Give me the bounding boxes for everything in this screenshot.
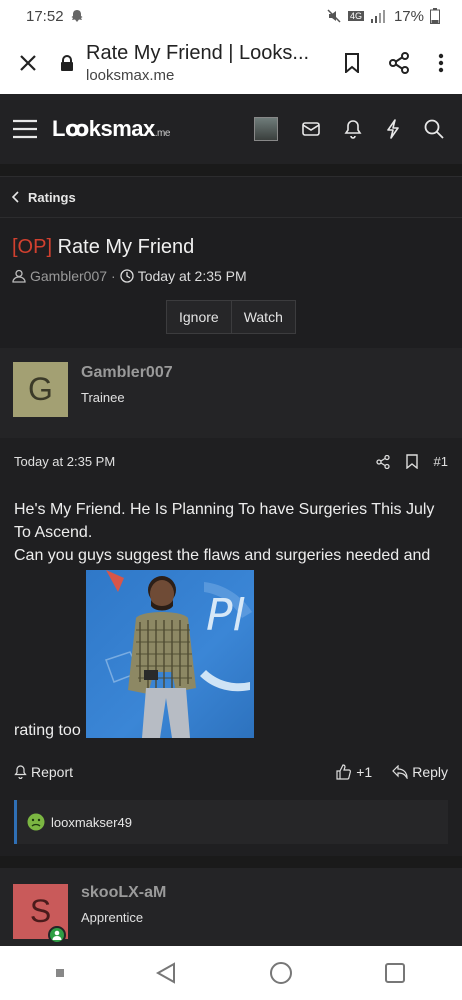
back-icon[interactable] <box>155 962 177 984</box>
network-label: 4G <box>347 11 364 21</box>
post-meta: Today at 2:35 PM #1 <box>14 454 448 469</box>
post-image[interactable]: Pl <box>86 570 254 738</box>
post-actions: Report +1 Reply <box>14 764 448 780</box>
thread-author[interactable]: Gambler007 <box>30 268 107 284</box>
like-count: +1 <box>356 764 373 780</box>
clock-icon <box>120 269 134 283</box>
online-status-icon <box>48 926 66 944</box>
close-icon <box>20 55 36 71</box>
logo-text: Lꝏksmax <box>52 116 155 141</box>
status-time: 17:52 <box>26 7 64 25</box>
more-options-icon[interactable] <box>438 53 444 73</box>
browser-toolbar: Rate My Friend | Looks... looksmax.me <box>0 32 462 94</box>
battery-icon <box>430 8 440 24</box>
post-user-block: G Gambler007 Trainee <box>0 348 462 438</box>
reply-label: Reply <box>412 764 448 780</box>
thread-header: [OP] Rate My Friend Gambler007 · Today a… <box>0 218 462 348</box>
share-icon[interactable] <box>375 454 390 469</box>
spacer <box>0 164 462 176</box>
bookmark-icon[interactable] <box>405 454 418 469</box>
address-bar[interactable]: Rate My Friend | Looks... looksmax.me <box>86 42 332 84</box>
overview-icon[interactable] <box>384 962 406 984</box>
inbox-icon[interactable] <box>302 122 320 136</box>
lightning-icon[interactable] <box>386 119 400 139</box>
search-icon[interactable] <box>424 119 444 139</box>
browser-domain: looksmax.me <box>86 67 175 84</box>
status-bar: 17:52 4G 17% <box>0 0 462 32</box>
svg-text:Pl: Pl <box>206 590 246 641</box>
logo-suffix: .me <box>154 128 171 139</box>
bell-icon <box>14 765 27 779</box>
post-text-line-1: He's My Friend. He Is Planning To have S… <box>14 501 435 541</box>
recents-dot-icon[interactable] <box>55 969 64 977</box>
reactions-bar[interactable]: looxmakser49 <box>14 800 448 844</box>
watch-button[interactable]: Watch <box>230 301 295 333</box>
thumbs-up-icon <box>336 764 352 780</box>
next-author-title: Apprentice <box>81 910 144 925</box>
report-button[interactable]: Report <box>14 764 73 780</box>
thread-actions: Ignore Watch <box>166 300 296 334</box>
user-icon <box>12 269 26 283</box>
close-tab-button[interactable] <box>0 54 56 72</box>
next-author-name[interactable]: skooLX-aM <box>81 884 166 902</box>
photo-person: Pl <box>105 570 252 738</box>
post-text-line-2: Can you guys suggest the flaws and surge… <box>14 547 431 564</box>
post: Today at 2:35 PM #1 He's My Friend. He I… <box>0 438 462 856</box>
mute-icon <box>327 9 341 23</box>
author-avatar[interactable]: G <box>13 362 68 417</box>
author-title: Trainee <box>81 390 125 405</box>
bookmark-icon[interactable] <box>344 53 360 73</box>
post-number[interactable]: #1 <box>434 454 448 469</box>
share-icon[interactable] <box>388 52 410 74</box>
bell-icon[interactable] <box>344 119 362 139</box>
post-text: He's My Friend. He Is Planning To have S… <box>14 498 452 567</box>
report-label: Report <box>31 764 74 780</box>
signal-icon <box>370 10 385 23</box>
author-name[interactable]: Gambler007 <box>81 364 173 382</box>
snapchat-icon <box>71 10 83 22</box>
meta-separator: · <box>111 268 116 284</box>
battery-percent: 17% <box>393 7 424 25</box>
thread-title-text: Rate My Friend <box>57 236 195 258</box>
breadcrumb[interactable]: Ratings <box>0 176 462 218</box>
thread-title: [OP] Rate My Friend <box>12 236 450 259</box>
post-divider <box>0 856 462 868</box>
thread-prefix[interactable]: [OP] <box>12 236 52 258</box>
thread-meta: Gambler007 · Today at 2:35 PM <box>12 268 450 284</box>
chevron-left-icon <box>12 191 19 203</box>
user-avatar[interactable] <box>254 117 278 141</box>
browser-page-title: Rate My Friend | Looks... <box>86 42 310 64</box>
hamburger-menu-icon[interactable] <box>12 119 38 139</box>
reply-button[interactable]: Reply <box>392 764 448 780</box>
system-nav-bar <box>0 946 462 1000</box>
breadcrumb-label: Ratings <box>28 189 76 205</box>
ignore-button[interactable]: Ignore <box>167 301 231 333</box>
site-logo[interactable]: Lꝏksmax.me <box>52 116 170 142</box>
next-post-user-block: S skooLX-aM Apprentice <box>0 868 462 946</box>
home-icon[interactable] <box>269 961 293 985</box>
reply-icon <box>392 765 408 779</box>
post-date[interactable]: Today at 2:35 PM <box>14 454 115 469</box>
post-text-tail: rating too <box>14 722 81 739</box>
sick-face-emoji-icon <box>27 813 45 831</box>
site-header: Lꝏksmax.me <box>0 94 462 164</box>
like-button[interactable]: +1 <box>336 764 372 780</box>
reaction-user[interactable]: looxmakser49 <box>51 815 132 830</box>
lock-icon <box>61 55 73 71</box>
user-online-icon <box>52 930 62 940</box>
thread-date[interactable]: Today at 2:35 PM <box>138 268 247 284</box>
user-block-arrow <box>30 426 54 438</box>
